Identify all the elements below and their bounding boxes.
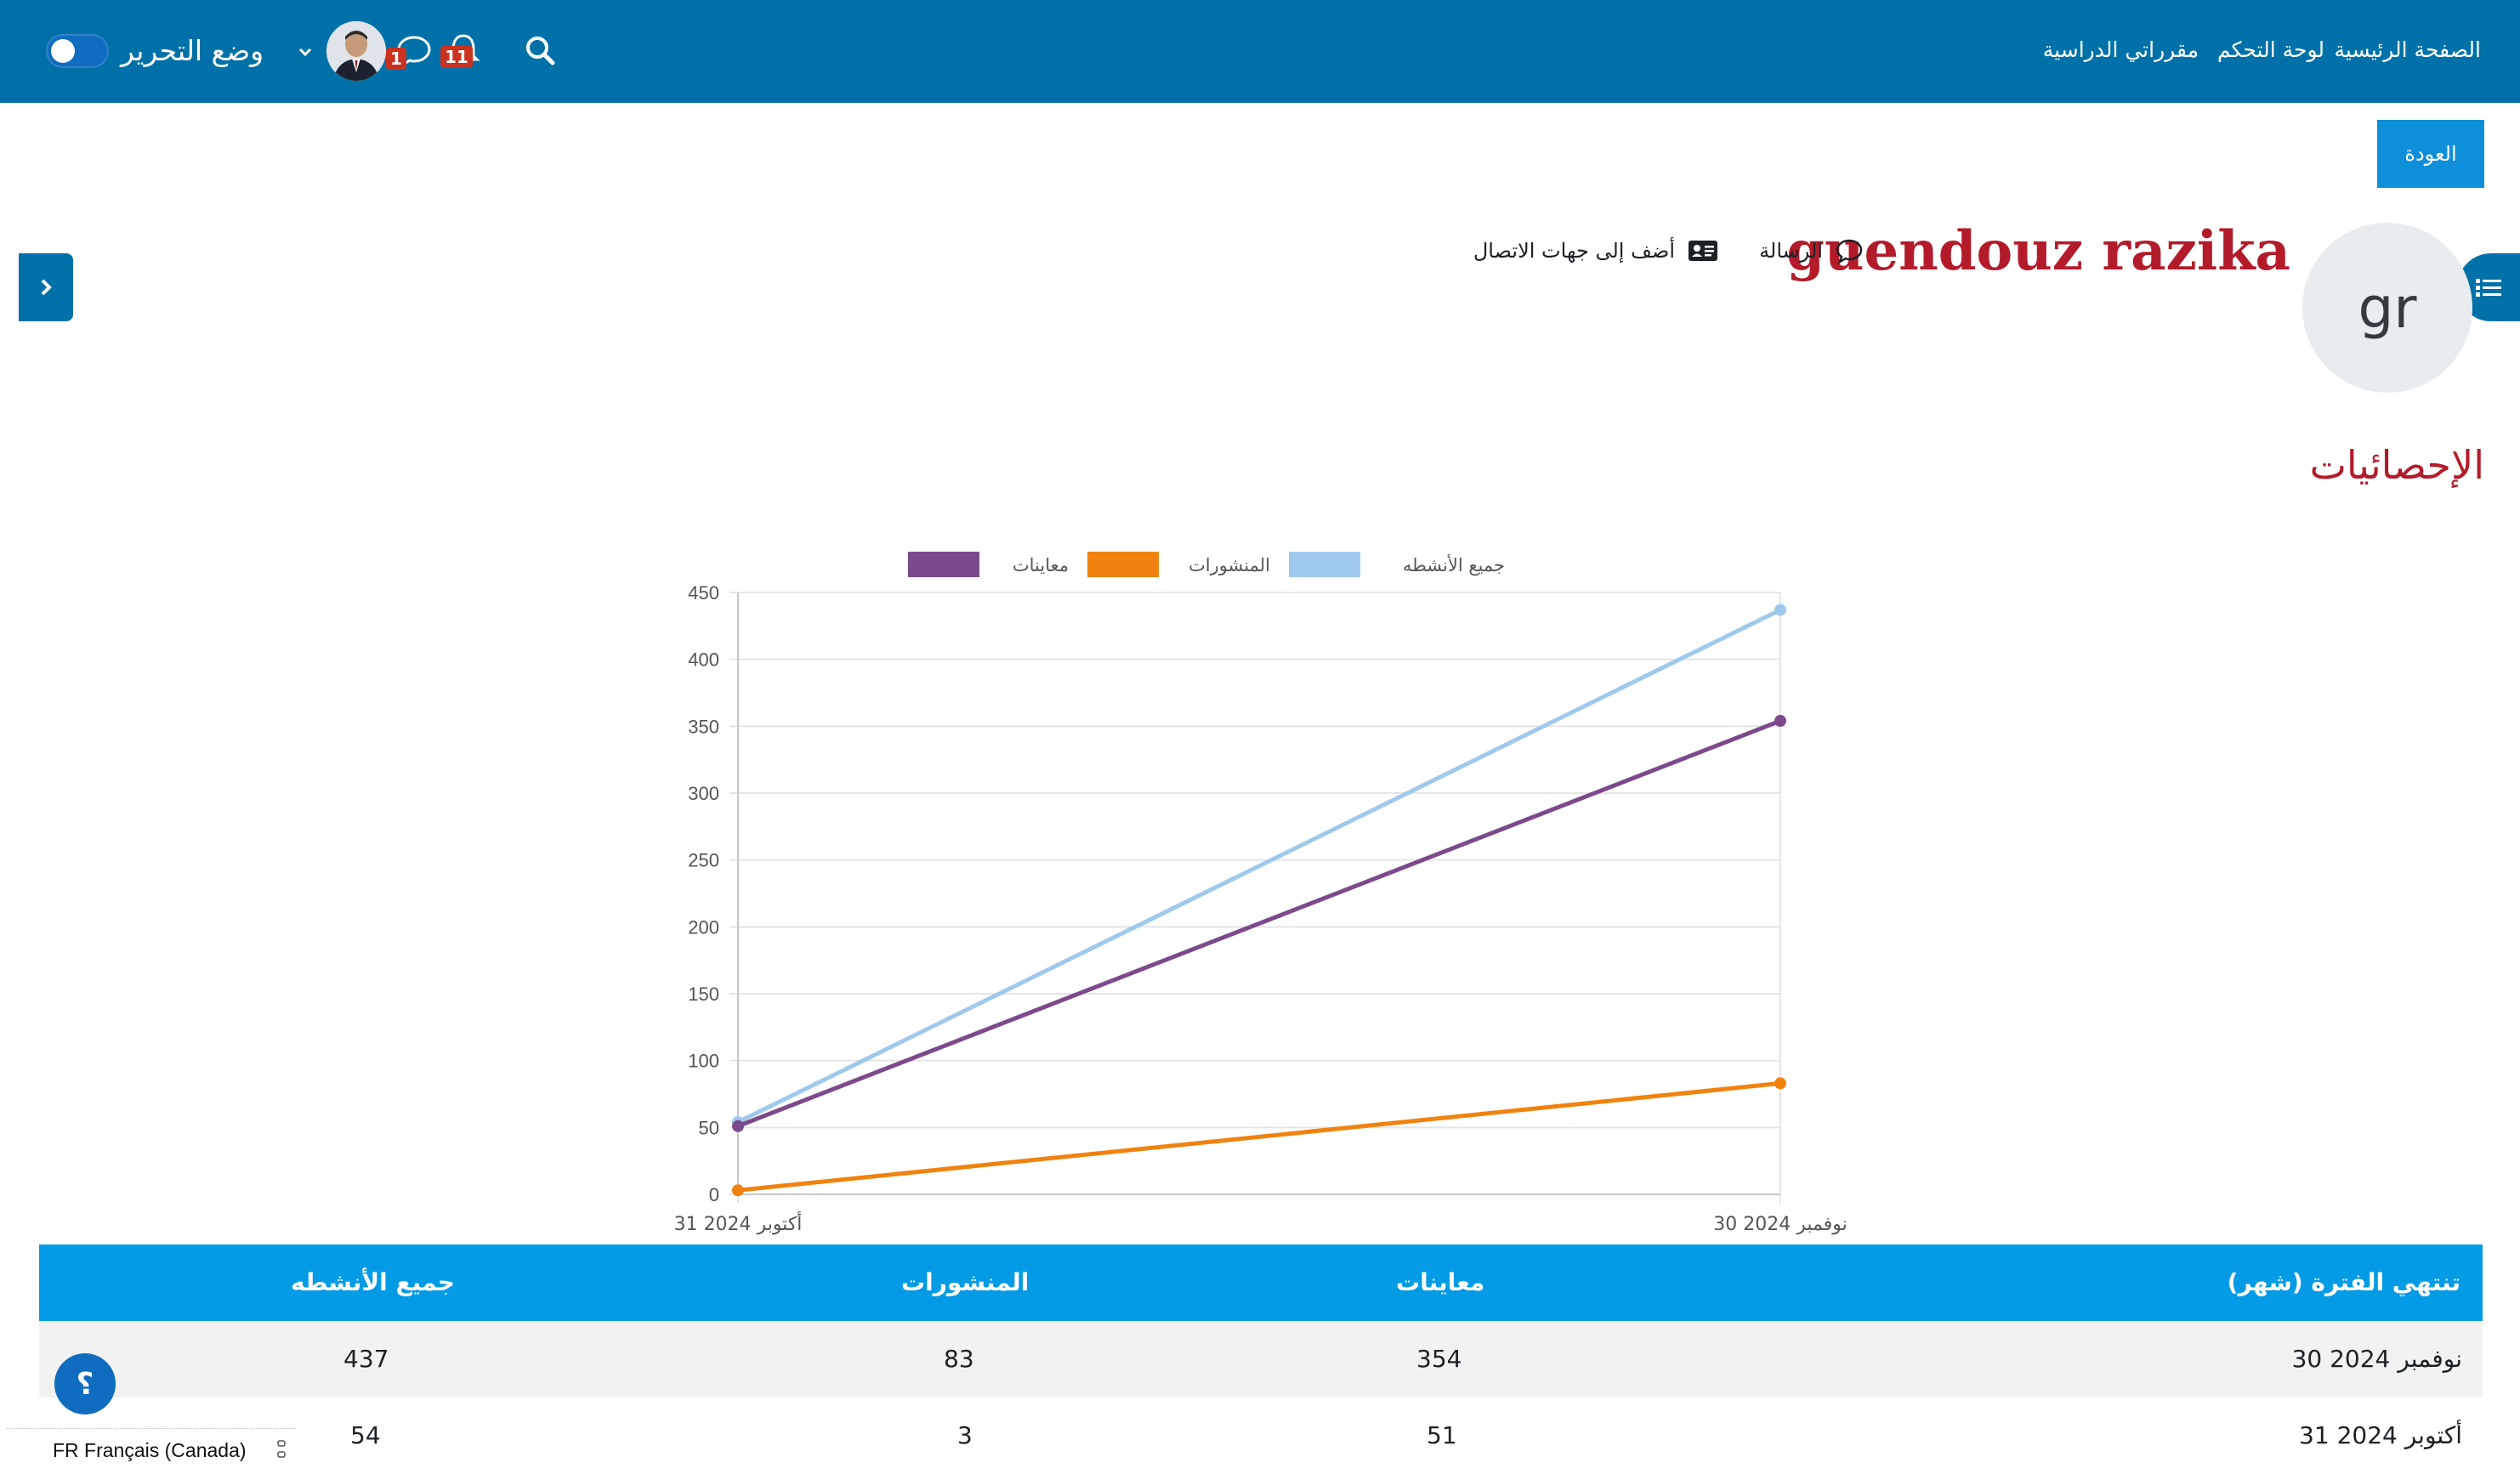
chart-grid bbox=[729, 592, 1781, 1203]
notifications-button[interactable]: 11 bbox=[440, 29, 485, 71]
search-icon[interactable] bbox=[522, 32, 559, 70]
data-point bbox=[1774, 604, 1786, 616]
legend-swatch bbox=[1289, 552, 1360, 577]
statistics-heading: الإحصائيات bbox=[2309, 442, 2484, 488]
cell-views: 51 bbox=[1427, 1421, 1457, 1449]
cell-views: 354 bbox=[1416, 1345, 1462, 1373]
cell-posts: 3 bbox=[957, 1421, 973, 1449]
legend-label: جميع الأنشطه bbox=[1403, 554, 1505, 575]
nav-home-link[interactable]: الصفحة الرئيسية bbox=[2335, 37, 2482, 62]
cell-all-activities: 437 bbox=[343, 1345, 389, 1373]
table-header: تنتهي الفترة (شهر) معاينات المنشورات جمي… bbox=[39, 1244, 2483, 1321]
cell-posts: 83 bbox=[944, 1345, 974, 1373]
legend-swatch bbox=[908, 552, 979, 577]
header-period[interactable]: تنتهي الفترة (شهر) bbox=[2228, 1244, 2460, 1321]
messages-button[interactable]: 1 bbox=[386, 29, 435, 71]
y-tick-label: 450 bbox=[688, 582, 719, 604]
avatar-initials: gr bbox=[2358, 275, 2417, 341]
user-avatar[interactable] bbox=[326, 21, 386, 81]
message-link[interactable]: الرسالة bbox=[1759, 238, 1864, 264]
nav-my-courses-link[interactable]: مقرراتي الدراسية bbox=[2043, 37, 2199, 62]
legend-label: المنشورات bbox=[1189, 555, 1270, 575]
top-navbar: الصفحة الرئيسية لوحة التحكم مقرراتي الدر… bbox=[0, 0, 2520, 103]
x-tick-label: 31 أكتوبر 2024 bbox=[674, 1211, 803, 1235]
statistics-line-chart: جميع الأنشطه المنشورات معاينات 0 50 100 150 20… bbox=[674, 552, 1847, 1235]
y-tick-label: 400 bbox=[688, 649, 719, 671]
data-point bbox=[1774, 1077, 1786, 1090]
y-tick-label: 150 bbox=[688, 984, 719, 1005]
edit-mode-toggle[interactable] bbox=[46, 34, 109, 68]
help-button[interactable]: ؟ bbox=[54, 1353, 116, 1414]
chart-x-ticks: 31 أكتوبر 2024 30 نوفمبر 2024 bbox=[674, 1211, 1847, 1235]
data-point bbox=[732, 1120, 744, 1132]
drag-handle-icon bbox=[277, 1440, 286, 1458]
y-tick-label: 200 bbox=[688, 916, 719, 938]
y-tick-label: 0 bbox=[709, 1184, 719, 1205]
chat-bubble-icon bbox=[1836, 239, 1863, 264]
notifications-badge: 11 bbox=[440, 46, 473, 68]
profile-avatar: gr bbox=[2302, 223, 2472, 393]
list-icon bbox=[2476, 279, 2501, 297]
legend-swatch bbox=[1087, 552, 1159, 577]
y-tick-label: 350 bbox=[688, 716, 719, 737]
user-menu-chevron-down-icon[interactable] bbox=[292, 39, 318, 65]
x-tick-label: 30 نوفمبر 2024 bbox=[1713, 1214, 1847, 1235]
data-point bbox=[732, 1184, 744, 1197]
toggle-knob bbox=[51, 39, 75, 63]
table-row: 31 أكتوبر 2024 51 3 54 bbox=[39, 1397, 2483, 1474]
series-line bbox=[736, 608, 1782, 1125]
address-card-icon bbox=[1689, 241, 1717, 261]
language-selector[interactable]: FR Français (Canada) bbox=[7, 1428, 296, 1471]
y-tick-label: 300 bbox=[688, 783, 719, 804]
open-course-index-button[interactable] bbox=[19, 253, 73, 321]
cell-period: 31 أكتوبر 2024 bbox=[2299, 1421, 2462, 1449]
series-line bbox=[737, 1080, 1781, 1193]
series-line bbox=[737, 718, 1781, 1129]
legend-label: معاينات bbox=[1013, 555, 1069, 575]
chart-legend: جميع الأنشطه المنشورات معاينات bbox=[908, 552, 1505, 577]
table-row: 30 نوفمبر 2024 354 83 437 bbox=[39, 1321, 2483, 1397]
data-point bbox=[1774, 715, 1786, 728]
question-mark-icon: ؟ bbox=[76, 1366, 94, 1402]
edit-mode-label: وضع التحرير bbox=[121, 34, 264, 67]
add-contact-link[interactable]: أضف إلى جهات الاتصال bbox=[1473, 238, 1719, 264]
chart-y-ticks: 0 50 100 150 200 250 300 350 400 450 bbox=[688, 582, 719, 1205]
y-tick-label: 250 bbox=[688, 850, 719, 871]
messages-badge: 1 bbox=[386, 48, 406, 70]
language-label: FR Français (Canada) bbox=[53, 1439, 247, 1461]
chart-series bbox=[732, 604, 1786, 1197]
cell-period: 30 نوفمبر 2024 bbox=[2291, 1345, 2462, 1373]
chevron-right-icon bbox=[41, 279, 52, 296]
header-views[interactable]: معاينات bbox=[1396, 1244, 1484, 1321]
add-contact-label: أضف إلى جهات الاتصال bbox=[1473, 239, 1675, 263]
y-tick-label: 50 bbox=[699, 1117, 719, 1138]
cell-all-activities: 54 bbox=[350, 1421, 381, 1449]
header-posts[interactable]: المنشورات bbox=[901, 1244, 1029, 1321]
nav-dashboard-link[interactable]: لوحة التحكم bbox=[2217, 37, 2324, 62]
y-tick-label: 100 bbox=[688, 1051, 719, 1072]
back-button[interactable]: العودة bbox=[2377, 120, 2484, 188]
header-all-activities[interactable]: جميع الأنشطه bbox=[291, 1244, 455, 1321]
message-link-label: الرسالة bbox=[1759, 239, 1823, 263]
